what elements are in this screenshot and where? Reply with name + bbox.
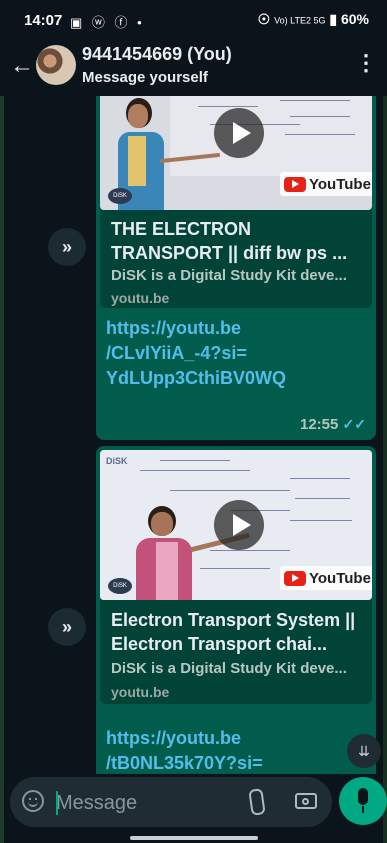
contact-subtitle: Message yourself bbox=[82, 69, 208, 86]
chat-area[interactable]: DiSK YouTube THE ELECTRON TRANSPORT || d… bbox=[0, 96, 387, 774]
more-options-icon[interactable]: ⋮ bbox=[355, 50, 377, 76]
message-link[interactable]: https://youtu.be /tB0NL35k70Y?si= bbox=[106, 726, 263, 774]
preview-description: DiSK is a Digital Study Kit deve... bbox=[111, 267, 347, 284]
signal-icon: ▮ bbox=[329, 11, 338, 27]
link-preview[interactable]: THE ELECTRON TRANSPORT || diff bw ps ...… bbox=[100, 210, 372, 308]
message-input[interactable] bbox=[54, 777, 238, 829]
thumb-label: DiSK bbox=[106, 456, 128, 466]
teacher-figure bbox=[134, 506, 194, 600]
youtube-logo-icon bbox=[284, 570, 306, 586]
contact-name[interactable]: 9441454669 (You) bbox=[82, 44, 232, 65]
youtube-badge: YouTube bbox=[280, 172, 372, 196]
avatar[interactable] bbox=[36, 45, 76, 85]
video-thumbnail[interactable]: DiSK DiSK YouTube bbox=[100, 450, 372, 600]
preview-domain: youtu.be bbox=[111, 684, 170, 700]
gesture-nav-bar[interactable] bbox=[130, 836, 258, 840]
status-right: ☉ Vo) LTE2 5G ▮ 60% bbox=[258, 11, 369, 28]
preview-description: DiSK is a Digital Study Kit deve... bbox=[111, 660, 347, 677]
hotspot-icon: ☉ bbox=[257, 11, 271, 27]
network-indicator: Vo) LTE2 5G bbox=[274, 15, 326, 26]
youtube-badge: YouTube bbox=[280, 566, 372, 590]
preview-title: THE ELECTRON TRANSPORT || diff bw ps ... bbox=[111, 219, 348, 263]
forward-icon[interactable]: » bbox=[48, 228, 86, 266]
message-composer bbox=[10, 777, 332, 829]
message-bubble[interactable]: DiSK DiSK YouTube Electron Transport Sys… bbox=[96, 446, 376, 774]
preview-title: Electron Transport System || Electron Tr… bbox=[111, 610, 356, 654]
status-notification-icons: ▣ ⓦ ⓕ • bbox=[70, 15, 145, 30]
video-thumbnail[interactable]: DiSK YouTube bbox=[100, 96, 372, 210]
microphone-icon[interactable] bbox=[339, 777, 387, 825]
preview-domain: youtu.be bbox=[111, 290, 170, 306]
youtube-logo-icon bbox=[284, 176, 306, 192]
channel-logo: DiSK bbox=[108, 578, 132, 594]
channel-logo: DiSK bbox=[108, 188, 132, 204]
message-bubble[interactable]: DiSK YouTube THE ELECTRON TRANSPORT || d… bbox=[96, 96, 376, 440]
camera-icon[interactable] bbox=[295, 793, 317, 809]
text-caret bbox=[56, 791, 58, 815]
play-icon[interactable] bbox=[214, 108, 264, 158]
status-bar: 14:07 ▣ ⓦ ⓕ • ☉ Vo) LTE2 5G ▮ 60% bbox=[0, 0, 387, 36]
battery-level: 60% bbox=[340, 11, 369, 27]
forward-icon[interactable]: » bbox=[48, 608, 86, 646]
play-icon[interactable] bbox=[214, 500, 264, 550]
chat-header: ← 9441454669 (You) Message yourself ⋮ bbox=[0, 36, 387, 96]
message-link[interactable]: https://youtu.be /CLvlYiiA_-4?si= YdLUpp… bbox=[106, 316, 286, 391]
message-time: 12:55 ✓✓ bbox=[299, 416, 366, 433]
status-time: 14:07 bbox=[24, 12, 63, 29]
link-preview[interactable]: Electron Transport System || Electron Tr… bbox=[100, 600, 372, 704]
emoji-icon[interactable] bbox=[22, 790, 44, 812]
back-arrow-icon[interactable]: ← bbox=[10, 52, 34, 80]
read-receipt-icon: ✓✓ bbox=[342, 416, 366, 432]
scroll-to-bottom-icon[interactable]: ⇊ bbox=[347, 734, 381, 768]
paperclip-icon[interactable] bbox=[248, 788, 266, 816]
whiteboard-image bbox=[170, 96, 372, 176]
